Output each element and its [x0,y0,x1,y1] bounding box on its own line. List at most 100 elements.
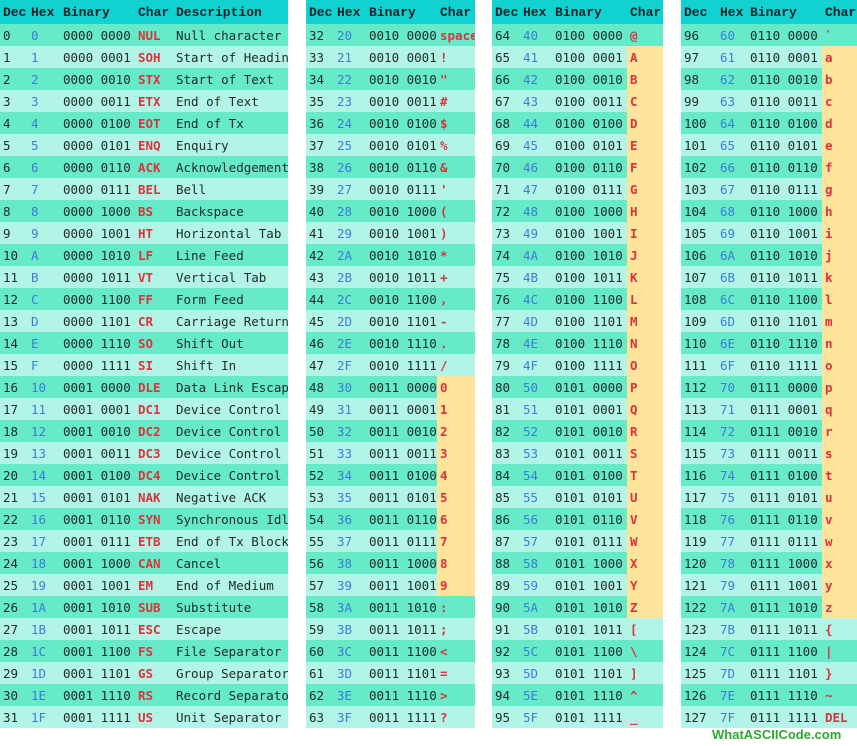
dec-cell: 0 [0,24,28,46]
hex-cell: 38 [334,552,366,574]
table-row: 126 7E 0111 1110 ~ [681,684,857,706]
binary-cell: 0100 0111 [552,178,627,200]
hex-cell: 13 [28,442,60,464]
binary-cell: 0011 0111 [366,530,437,552]
table-row: 33 21 0010 0001! [306,46,475,68]
dec-cell: 70 [492,156,520,178]
table-row: 0 0 0000 0000 NUL Null character [0,24,288,46]
char-cell: NUL [135,24,173,46]
dec-cell: 63 [306,706,334,728]
hex-cell: 29 [334,222,366,244]
binary-cell: 0111 1010 [747,596,822,618]
table-row: 35 23 0010 0011 # [306,90,475,112]
table-row: 116 74 0111 0100 t [681,464,857,486]
table-row: 48 30 0011 0000 0 [306,376,475,398]
dec-cell: 105 [681,222,717,244]
hex-cell: 34 [334,464,366,486]
dec-cell: 36 [306,112,334,134]
char-cell: DC1 [135,398,173,420]
char-cell: > [437,684,475,706]
char-cell: X [627,552,663,574]
dec-cell: 14 [0,332,28,354]
hex-cell: 3E [334,684,366,706]
dec-cell: 120 [681,552,717,574]
hex-cell: 14 [28,464,60,486]
description-cell: Device Control 1 [173,398,288,420]
hex-cell: 6E [717,332,747,354]
binary-cell: 0100 1011 [552,266,627,288]
hex-cell: 4F [520,354,552,376]
char-cell: p [822,376,857,398]
table-row: 67 43 0100 0011 C [492,90,663,112]
table-row: 49 31 0011 0001 1 [306,398,475,420]
dec-cell: 1 [0,46,28,68]
dec-cell: 29 [0,662,28,684]
dec-cell: 40 [306,200,334,222]
dec-cell: 107 [681,266,717,288]
binary-cell: 0110 1101 [747,310,822,332]
table-row: 89 59 0101 1001 Y [492,574,663,596]
table-row: 4 4 0000 0100 EOT End of Tx [0,112,288,134]
binary-cell: 0000 1010 [60,244,135,266]
char-cell: ENQ [135,134,173,156]
dec-cell: 13 [0,310,28,332]
table-body: 96 60 0110 0000 ` 97 61 0110 0001 a 98 62 0110 001… [681,24,857,728]
dec-cell: 55 [306,530,334,552]
dec-cell: 101 [681,134,717,156]
binary-cell: 0001 0001 [60,398,135,420]
hex-cell: 2C [334,288,366,310]
char-cell: d [822,112,857,134]
binary-cell: 0100 0010 [552,68,627,90]
table-row: 127 7F 0111 1111 DEL [681,706,857,728]
dec-cell: 93 [492,662,520,684]
dec-cell: 76 [492,288,520,310]
dec-cell: 110 [681,332,717,354]
description-cell: Device Control 2 [173,420,288,442]
table-row: 38 26 0010 0110 & [306,156,475,178]
description-cell: Backspace [173,200,288,222]
hex-cell: 3F [334,706,366,728]
hex-cell: 22 [334,68,366,90]
table-row: 45 2D 0010 1101- [306,310,475,332]
char-cell: / [437,354,475,376]
char-cell: T [627,464,663,486]
header-char: Char [135,0,173,24]
char-cell: ESC [135,618,173,640]
table-row: 80 50 0101 0000 P [492,376,663,398]
char-cell: $ [437,112,475,134]
description-cell: Bell [173,178,288,200]
char-cell: U [627,486,663,508]
table-row: 122 7A 0111 1010 z [681,596,857,618]
dec-cell: 30 [0,684,28,706]
dec-cell: 15 [0,354,28,376]
binary-cell: 0101 1100 [552,640,627,662]
binary-cell: 0010 0101 [366,134,437,156]
table-row: 7 7 0000 0111 BEL Bell [0,178,288,200]
char-cell: SI [135,354,173,376]
hex-cell: 53 [520,442,552,464]
header-dec: Dec [681,0,717,24]
hex-cell: 4D [520,310,552,332]
description-cell: Form Feed [173,288,288,310]
table-row: 10 A 0000 1010 LF Line Feed [0,244,288,266]
binary-cell: 0110 0101 [747,134,822,156]
dec-cell: 83 [492,442,520,464]
description-cell: Shift In [173,354,288,376]
char-cell: x [822,552,857,574]
hex-cell: 6B [717,266,747,288]
binary-cell: 0011 0001 [366,398,437,420]
dec-cell: 39 [306,178,334,200]
binary-cell: 0010 1011 [366,266,437,288]
table-row: 75 4B 0100 1011 K [492,266,663,288]
table-row: 55 37 0011 0111 7 [306,530,475,552]
description-cell: Synchronous Idle [173,508,288,530]
binary-cell: 0101 1111 [552,706,627,728]
hex-cell: 77 [717,530,747,552]
binary-cell: 0100 1010 [552,244,627,266]
hex-cell: B [28,266,60,288]
hex-cell: 47 [520,178,552,200]
char-cell: 0 [437,376,475,398]
binary-cell: 0001 1101 [60,662,135,684]
char-cell: DC3 [135,442,173,464]
char-cell: DC2 [135,420,173,442]
